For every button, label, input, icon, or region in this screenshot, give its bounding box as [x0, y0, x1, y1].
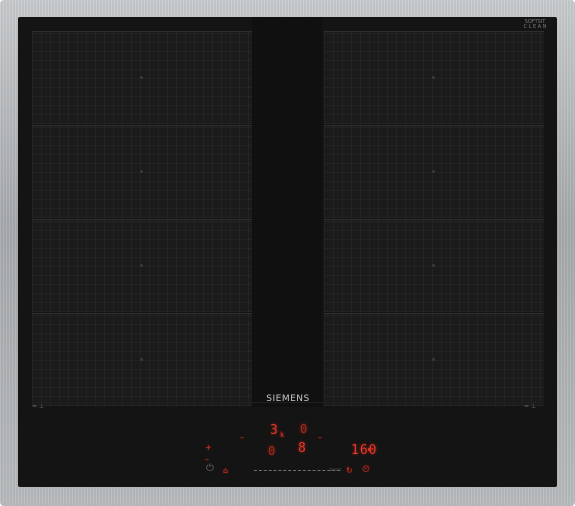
- display-top-left-suffix: k: [280, 431, 285, 439]
- zone-center-dot: [140, 170, 143, 173]
- brand-logo: SIEMENS: [266, 394, 310, 404]
- zone-right-4[interactable]: [324, 313, 544, 406]
- zone-center-dot: [432, 264, 435, 267]
- timer-indicator-dot: [368, 448, 371, 451]
- right-cooking-area: [324, 31, 544, 406]
- zone-left-3[interactable]: [32, 219, 252, 312]
- display-top-left: 3: [270, 423, 279, 438]
- lock-icon[interactable]: ⌂: [223, 467, 228, 475]
- zone-center-dot: [432, 76, 435, 79]
- glass-cooktop: SOFTSIT C L E A N SIEMENS ≈ ⊥ ≈ ⊥ 3 k 0 …: [18, 17, 557, 487]
- zone-left-1[interactable]: [32, 31, 252, 124]
- plus-icon[interactable]: +: [205, 444, 212, 452]
- zone-center-dot: [140, 358, 143, 361]
- power-icon[interactable]: ⏻: [206, 464, 214, 474]
- zone-center-dot: [140, 76, 143, 79]
- plus-minus-left-icon[interactable]: –: [240, 434, 244, 442]
- zone-left-2[interactable]: [32, 125, 252, 218]
- zone-center-dot: [140, 264, 143, 267]
- zone-center-dot: [432, 358, 435, 361]
- right-zone-icon[interactable]: ≈ ⊥: [524, 403, 536, 410]
- slider-label: boost: [330, 467, 342, 472]
- zone-right-1[interactable]: [324, 31, 544, 124]
- display-mid-left: 0: [268, 444, 276, 458]
- zone-right-3[interactable]: [324, 219, 544, 312]
- display-mid-right: 8: [298, 441, 307, 456]
- control-panel: 3 k 0 – – 0 8 160 + – ⏻ ⌂ boost ↻ ⏲: [18, 417, 557, 487]
- left-cooking-area: [32, 31, 252, 406]
- left-zone-icon[interactable]: ≈ ⊥: [32, 403, 44, 410]
- center-strip: [252, 17, 322, 407]
- display-top-right: 0: [300, 422, 308, 436]
- zone-left-4[interactable]: [32, 313, 252, 406]
- zone-center-dot: [432, 170, 435, 173]
- zone-right-2[interactable]: [324, 125, 544, 218]
- plus-minus-right-icon[interactable]: –: [318, 434, 322, 442]
- badge-line-2: C L E A N: [523, 24, 547, 30]
- timer-icon[interactable]: ⏲: [362, 465, 370, 475]
- softclean-badge: SOFTSIT C L E A N: [515, 20, 555, 30]
- timer-display: 160: [351, 443, 378, 458]
- power-slider[interactable]: [254, 470, 340, 472]
- alarm-icon[interactable]: ↻: [346, 467, 353, 475]
